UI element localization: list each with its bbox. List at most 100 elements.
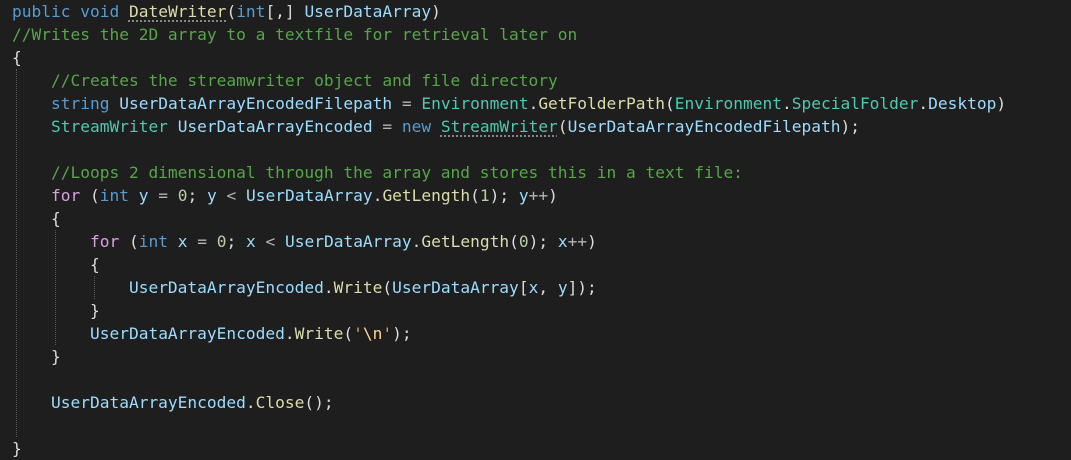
code-line[interactable]: {: [12, 207, 61, 230]
code-token-type: StreamWriter: [440, 117, 558, 136]
code-editor[interactable]: public void DateWriter(int[,] UserDataAr…: [0, 0, 1071, 460]
code-line[interactable]: UserDataArrayEncoded.Write('\n');: [12, 322, 412, 345]
code-token-keyword: void: [80, 2, 120, 21]
code-token-punct: ;: [187, 186, 207, 205]
code-token-punct: .: [245, 393, 256, 412]
code-token-keyword: string: [50, 94, 110, 113]
code-token-var: x: [557, 232, 568, 251]
code-token-method: GetLength: [421, 232, 510, 251]
code-token-op: <: [255, 232, 285, 251]
code-line[interactable]: for (int y = 0; y < UserDataArray.GetLen…: [12, 184, 558, 207]
code-token-punct: );: [528, 232, 558, 251]
code-token-punct: }: [89, 301, 100, 320]
code-token-var: x: [245, 232, 256, 251]
code-line[interactable]: //Creates the streamwriter object and fi…: [12, 69, 558, 92]
code-token-var: UserDataArrayEncoded: [128, 278, 324, 297]
code-token-punct: (: [119, 232, 139, 251]
code-token-method: DateWriter: [128, 2, 227, 21]
code-line[interactable]: }: [12, 437, 22, 460]
code-token-method: Write: [294, 324, 344, 343]
code-token-method: GetFolderPath: [538, 94, 666, 113]
code-token-method: Write: [333, 278, 383, 297]
code-line[interactable]: for (int x = 0; x < UserDataArray.GetLen…: [12, 230, 597, 253]
code-token-var: UserDataArray: [304, 2, 432, 21]
code-token-var: UserDataArrayEncodedFilepath: [119, 94, 393, 113]
code-token-string: ': [353, 324, 363, 343]
code-token-number: 1: [479, 186, 490, 205]
code-token-var: UserDataArray: [284, 232, 412, 251]
code-token-punct: ();: [304, 393, 334, 412]
code-token-punct: ): [587, 232, 597, 251]
code-token-var: y: [206, 186, 217, 205]
code-token-op: <: [216, 186, 246, 205]
code-token-number: 0: [518, 232, 529, 251]
code-line[interactable]: string UserDataArrayEncodedFilepath = En…: [12, 92, 1006, 115]
code-token-punct: {: [12, 48, 22, 67]
code-token-punct: .: [411, 232, 422, 251]
code-token-punct: );: [392, 324, 412, 343]
code-line[interactable]: UserDataArrayEncoded.Write(UserDataArray…: [12, 276, 597, 299]
code-token-op: ++: [528, 186, 549, 205]
code-token-keyword: int: [236, 2, 266, 21]
code-token-keyword: new: [401, 117, 432, 136]
code-token-var: Desktop: [928, 94, 997, 113]
code-token-punct: (: [343, 324, 354, 343]
code-token-punct: .: [918, 94, 929, 113]
code-token-punct: .: [284, 324, 295, 343]
code-token-method: GetLength: [382, 186, 471, 205]
code-token-punct: ): [431, 2, 441, 21]
code-token-type: Environment: [421, 94, 529, 113]
code-token-string: ': [382, 324, 393, 343]
code-token-punct: (: [509, 232, 519, 251]
code-token-op: =: [372, 117, 402, 136]
code-token-var: x: [177, 232, 188, 251]
code-token-type: Environment: [674, 94, 782, 113]
code-token-control: for: [89, 232, 120, 251]
code-token-var: y: [518, 186, 529, 205]
code-line[interactable]: StreamWriter UserDataArrayEncoded = new …: [12, 115, 860, 138]
code-line[interactable]: //Loops 2 dimensional through the array …: [12, 161, 743, 184]
code-line[interactable]: {: [12, 253, 100, 276]
code-line[interactable]: }: [12, 345, 61, 368]
code-line[interactable]: }: [12, 299, 100, 322]
code-token-var: x: [528, 278, 539, 297]
code-token-punct: .: [323, 278, 334, 297]
code-line[interactable]: UserDataArrayEncoded.Close();: [12, 391, 334, 414]
code-token-punct: }: [50, 347, 61, 366]
code-token-comment: //Creates the streamwriter object and fi…: [50, 71, 558, 90]
code-token-var: UserDataArrayEncoded: [50, 393, 246, 412]
code-token-number: 0: [216, 232, 227, 251]
code-token-punct: (: [470, 186, 480, 205]
code-token-keyword: int: [99, 186, 129, 205]
code-token-escape: \n: [362, 324, 383, 343]
code-line[interactable]: //Writes the 2D array to a textfile for …: [12, 23, 577, 46]
code-token-var: UserDataArrayEncodedFilepath: [567, 117, 841, 136]
code-line[interactable]: {: [12, 46, 22, 69]
code-token-punct: (: [557, 117, 568, 136]
code-token-punct: [: [518, 278, 529, 297]
code-token-punct: ,: [538, 278, 558, 297]
code-token-var: UserDataArrayEncoded: [89, 324, 285, 343]
code-token-punct: [,]: [265, 2, 295, 21]
code-line[interactable]: public void DateWriter(int[,] UserDataAr…: [12, 0, 441, 23]
code-token-punct: }: [12, 439, 22, 458]
code-token-type: StreamWriter: [50, 117, 168, 136]
code-token-op: =: [148, 186, 178, 205]
code-token-op: =: [187, 232, 217, 251]
code-token-punct: (: [226, 2, 237, 21]
